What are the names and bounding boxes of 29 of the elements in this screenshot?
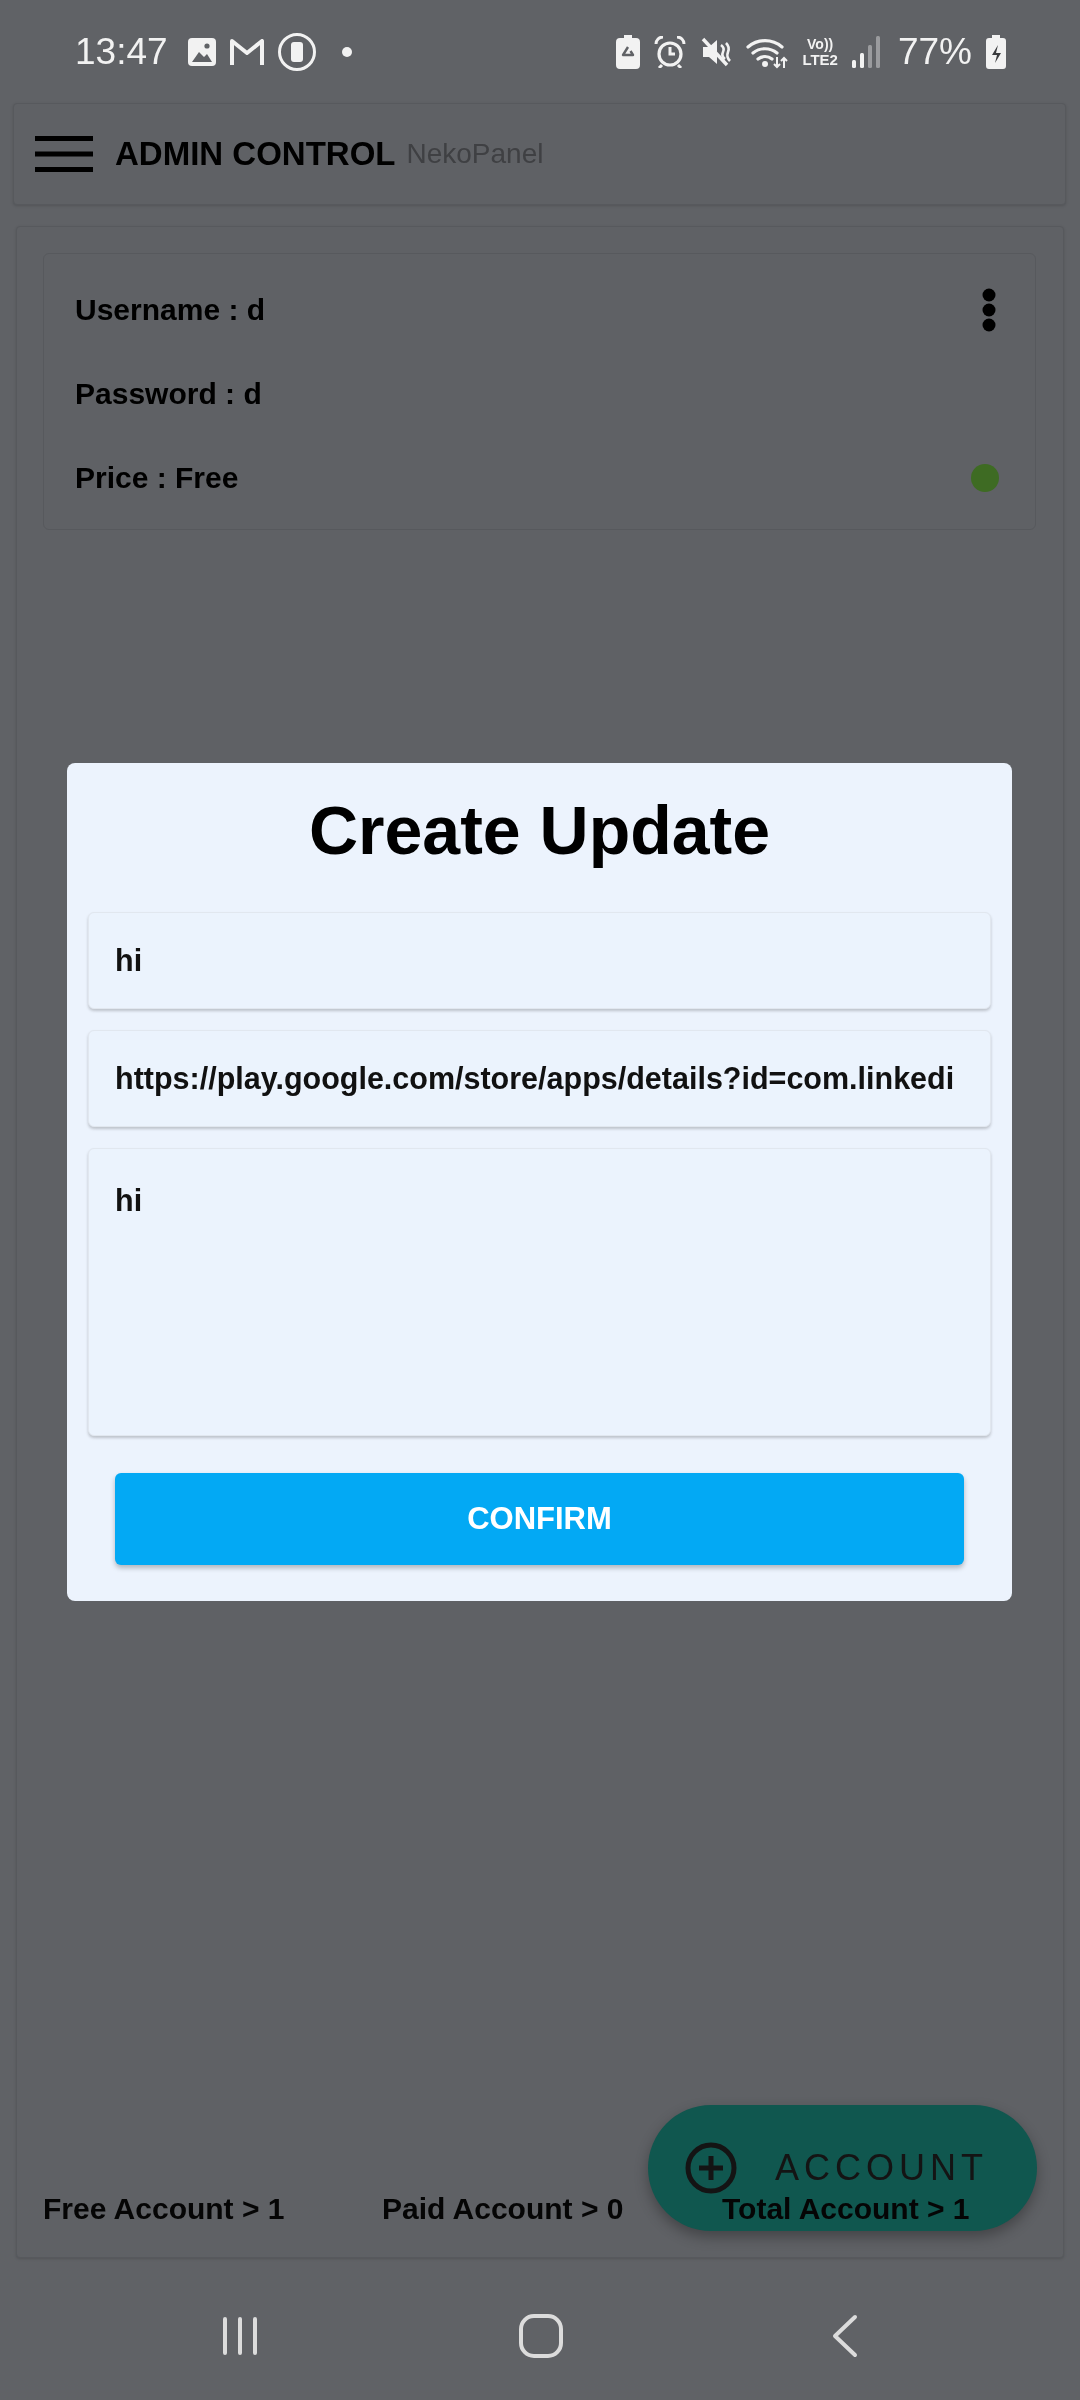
account-count: Paid Account > 0	[382, 2192, 624, 2226]
account-detail: Password : d	[75, 377, 262, 411]
account-count: Free Account > 1	[43, 2192, 285, 2226]
recent-apps-icon[interactable]	[222, 2316, 258, 2356]
app-title: ADMIN CONTROL	[115, 135, 396, 173]
mute-icon	[700, 35, 733, 68]
menu-icon[interactable]	[35, 136, 93, 172]
account-detail: Username : d	[75, 293, 266, 327]
plus-circle-icon	[685, 2142, 737, 2194]
account-detail: Price : Free	[75, 461, 239, 495]
network-type-label: LTE2	[802, 51, 838, 68]
text-field[interactable]: https://play.google.com/store/apps/details?id=com.linkedi	[88, 1030, 991, 1127]
text-field[interactable]: hi	[88, 912, 991, 1009]
text-field[interactable]: hi	[88, 1148, 991, 1436]
signal-icon	[851, 35, 880, 68]
dialog-title: Create Update	[308, 791, 771, 870]
battery-percent: 77%	[897, 30, 972, 73]
circled-phone-icon	[277, 32, 316, 71]
battery-saver-icon	[616, 34, 641, 69]
gallery-icon	[187, 37, 216, 66]
volte-label: Vo))	[807, 35, 834, 52]
mail-icon	[229, 38, 264, 65]
home-icon[interactable]	[519, 2314, 563, 2358]
notification-dot-icon	[341, 46, 352, 57]
back-icon[interactable]	[832, 2314, 858, 2358]
battery-charging-icon	[986, 34, 1006, 69]
alarm-icon	[654, 35, 687, 68]
account-count: Total Account > 1	[722, 2192, 970, 2226]
status-time: 13:47	[75, 30, 168, 73]
